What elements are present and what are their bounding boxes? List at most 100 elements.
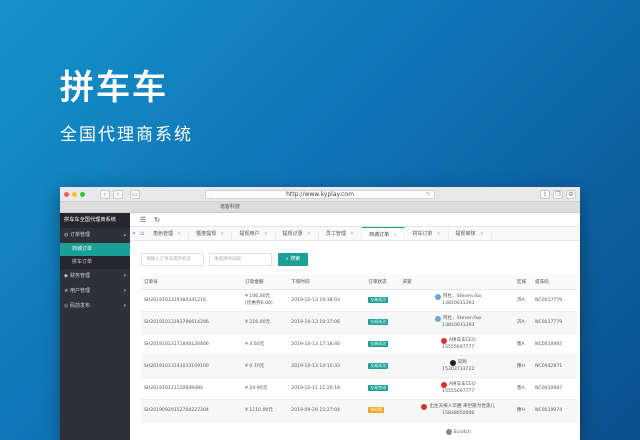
table-row[interactable]: SH201910111120649484 ¥ 24.90元 2019-10-11 1… — [141, 377, 577, 400]
url-text: http://www.kyplay.com — [286, 190, 354, 198]
order-id — [141, 421, 243, 440]
hero-title: 拼车车 — [60, 68, 168, 108]
sidebar-group-0[interactable]: ◍ 订单管理 ▴ — [60, 228, 130, 243]
tab-1[interactable]: 额度提现 × — [189, 227, 233, 240]
close-tab-icon[interactable]: × — [177, 231, 181, 237]
buyer: 出生天梅人华圃 来世愿为世黑儿 15838650006 — [399, 399, 514, 422]
order-search-input[interactable]: 请输入订单号或手机号 — [141, 253, 204, 266]
search-button-label: 搜索 — [290, 256, 301, 262]
table-row[interactable]: SH201910131937066142​96 ¥ 216.90元 2019-10-… — [141, 311, 577, 334]
pickup-code: NC0010987 — [532, 333, 577, 356]
tab-label: 商城订单 — [369, 232, 390, 238]
hero-subtitle: 全国代理商系统 — [60, 125, 193, 145]
sidebar-item-0-0[interactable]: 商城订单 — [60, 243, 130, 256]
forward-icon[interactable]: › — [113, 189, 123, 199]
back-icon[interactable]: ‹ — [100, 189, 110, 199]
buyer: 阿杜、Steven.foo 13810031393 — [399, 311, 514, 334]
table-row[interactable]: SH201909291527042273​04 ¥ 1110.00元 2019-09… — [141, 399, 577, 422]
close-tab-icon[interactable]: × — [393, 232, 397, 238]
order-amount: ¥ 4.60元 — [242, 333, 289, 356]
main-content: ☰ ↻ « ⌂ 角色管理 × 额度提现 × 提现用户 × 提现记录 × 员工管理 × 商城订单 × 拼车… — [130, 213, 580, 440]
chevron-down-icon: ▾ — [123, 273, 126, 279]
order-time: 2019-10-13 14:10:33 — [288, 355, 366, 378]
maximize-window-icon[interactable] — [80, 191, 85, 197]
avatar — [440, 381, 447, 388]
close-tab-icon[interactable]: × — [220, 231, 224, 237]
status-badge: 交易完成 — [368, 385, 389, 391]
date-range-input[interactable]: 请选择时间段 — [209, 253, 272, 266]
tabs-icon[interactable]: ❐ — [553, 189, 563, 199]
refresh-icon[interactable]: ↻ — [154, 216, 160, 224]
order-amount: ¥ 216.90元 — [242, 311, 289, 334]
tab-6[interactable]: 拼车订单 × — [405, 227, 449, 240]
settings-icon[interactable]: ⚙ — [566, 189, 576, 199]
buyer-phone: 15555697777 — [442, 389, 475, 394]
sidebar-group-1[interactable]: ◆ 财务管理 ▾ — [60, 269, 130, 284]
menu-icon[interactable]: ☰ — [140, 216, 146, 224]
minimize-window-icon[interactable] — [72, 191, 77, 197]
tab-5[interactable]: 商城订单 × — [362, 227, 406, 240]
buyer: 阿杜、Steven.foo 13810031393 — [399, 289, 514, 312]
amount-value: ¥ 1110.00元 — [245, 407, 274, 413]
buyer-name: 阿杜、Steven.foo — [443, 294, 482, 299]
share-icon[interactable]: ⇪ — [540, 189, 550, 199]
reload-icon[interactable]: ↻ — [426, 191, 431, 199]
table-row[interactable]: SH201910131718461264​66 ¥ 4.60元 2019-10-13… — [141, 333, 577, 356]
pickup-code — [532, 421, 577, 440]
sidebar-toggle-icon[interactable]: ▭ — [130, 189, 140, 199]
browser-tab[interactable]: 谱客科技 — [60, 202, 580, 213]
sidebar-item-0-1[interactable]: 拼车订单 — [60, 256, 130, 269]
tab-7[interactable]: 提现审核 × — [449, 227, 492, 240]
close-tab-icon[interactable]: × — [436, 231, 440, 237]
amount-value: ¥ 0.70元 — [245, 363, 265, 369]
close-tab-icon[interactable]: × — [263, 231, 267, 237]
order-id: SH201910131938034121​6 — [141, 289, 243, 312]
avatar — [445, 429, 452, 435]
pickup-code: NC0010987 — [532, 377, 577, 400]
order-id: SH201909291527042273​04 — [141, 399, 243, 422]
sidebar-group-2[interactable]: ★ 用户管理 ▾ — [60, 284, 130, 299]
close-tab-icon[interactable]: × — [350, 231, 354, 237]
order-status — [365, 421, 400, 440]
status-badge: 交易成功 — [368, 319, 389, 325]
close-tab-icon[interactable]: × — [480, 231, 484, 237]
tab-4[interactable]: 员工管理 × — [319, 227, 363, 240]
tab-2[interactable]: 提现用户 × — [232, 227, 276, 240]
buyer-info: A拼车车CEO 15555697777 — [403, 337, 514, 351]
buyer-name-row: Scratch — [445, 429, 471, 436]
buyer-info: 阿杜、Steven.foo 13810031393 — [403, 315, 514, 329]
order-amount: ¥ 1110.00元 — [242, 399, 289, 422]
order-time: 2019-10-11 11:20:18 — [288, 377, 366, 400]
buyer-name-row: 出生天梅人华圃 来世愿为世黑儿 — [421, 403, 495, 410]
browser-window: ‹ › ▭ ◌ http://www.kyplay.com ↻ ⇪ ❐ ⚙ 谱客… — [60, 187, 580, 440]
tab-3[interactable]: 提现记录 × — [276, 227, 319, 240]
status-badge: 交易成功 — [368, 297, 389, 303]
tabs-prev-icon[interactable]: « — [130, 227, 138, 240]
avatar — [440, 337, 447, 344]
buyer-phone: 15303733722 — [442, 367, 475, 372]
order-time: 2019-10-13 19:37:06 — [288, 311, 366, 334]
sidebar-group-label: 财务管理 — [70, 273, 91, 279]
table-row[interactable]: Scratch — [141, 421, 577, 440]
close-window-icon[interactable] — [64, 191, 69, 197]
browser-tab-label: 谱客科技 — [220, 204, 241, 210]
table-row[interactable]: SH201910131938034121​6 ¥ 106.00元 (优惠券6.00)… — [141, 289, 577, 312]
close-tab-icon[interactable]: × — [307, 231, 311, 237]
buyer-name: A拼车车CEO — [448, 382, 476, 387]
buyer-info: Scratch — [403, 429, 514, 436]
sidebar-group-label: 用户管理 — [70, 288, 91, 294]
address-bar[interactable]: ◌ http://www.kyplay.com ↻ — [205, 189, 435, 199]
table-row[interactable]: SH201910131410331091​00 ¥ 0.70元 2019-10-13… — [141, 355, 577, 378]
region: 鲁A — [513, 333, 533, 356]
search-button[interactable]: ⌕ 搜索 — [278, 253, 308, 266]
tab-0[interactable]: 角色管理 × — [146, 227, 190, 240]
status-badge: 交易成功 — [368, 341, 389, 347]
sidebar-group-3[interactable]: ◎ 码前发布 ▾ — [60, 299, 130, 314]
order-time — [288, 421, 366, 440]
buyer-info: 出生天梅人华圃 来世愿为世黑儿 15838650006 — [403, 403, 514, 417]
column-header: 订单金额 — [242, 275, 289, 290]
tab-label: 额度提现 — [196, 231, 217, 237]
home-icon[interactable]: ⌂ — [138, 227, 146, 240]
buyer-info: 常熙 15303733722 — [403, 359, 514, 373]
order-id: SH201910131718461264​66 — [141, 333, 243, 356]
